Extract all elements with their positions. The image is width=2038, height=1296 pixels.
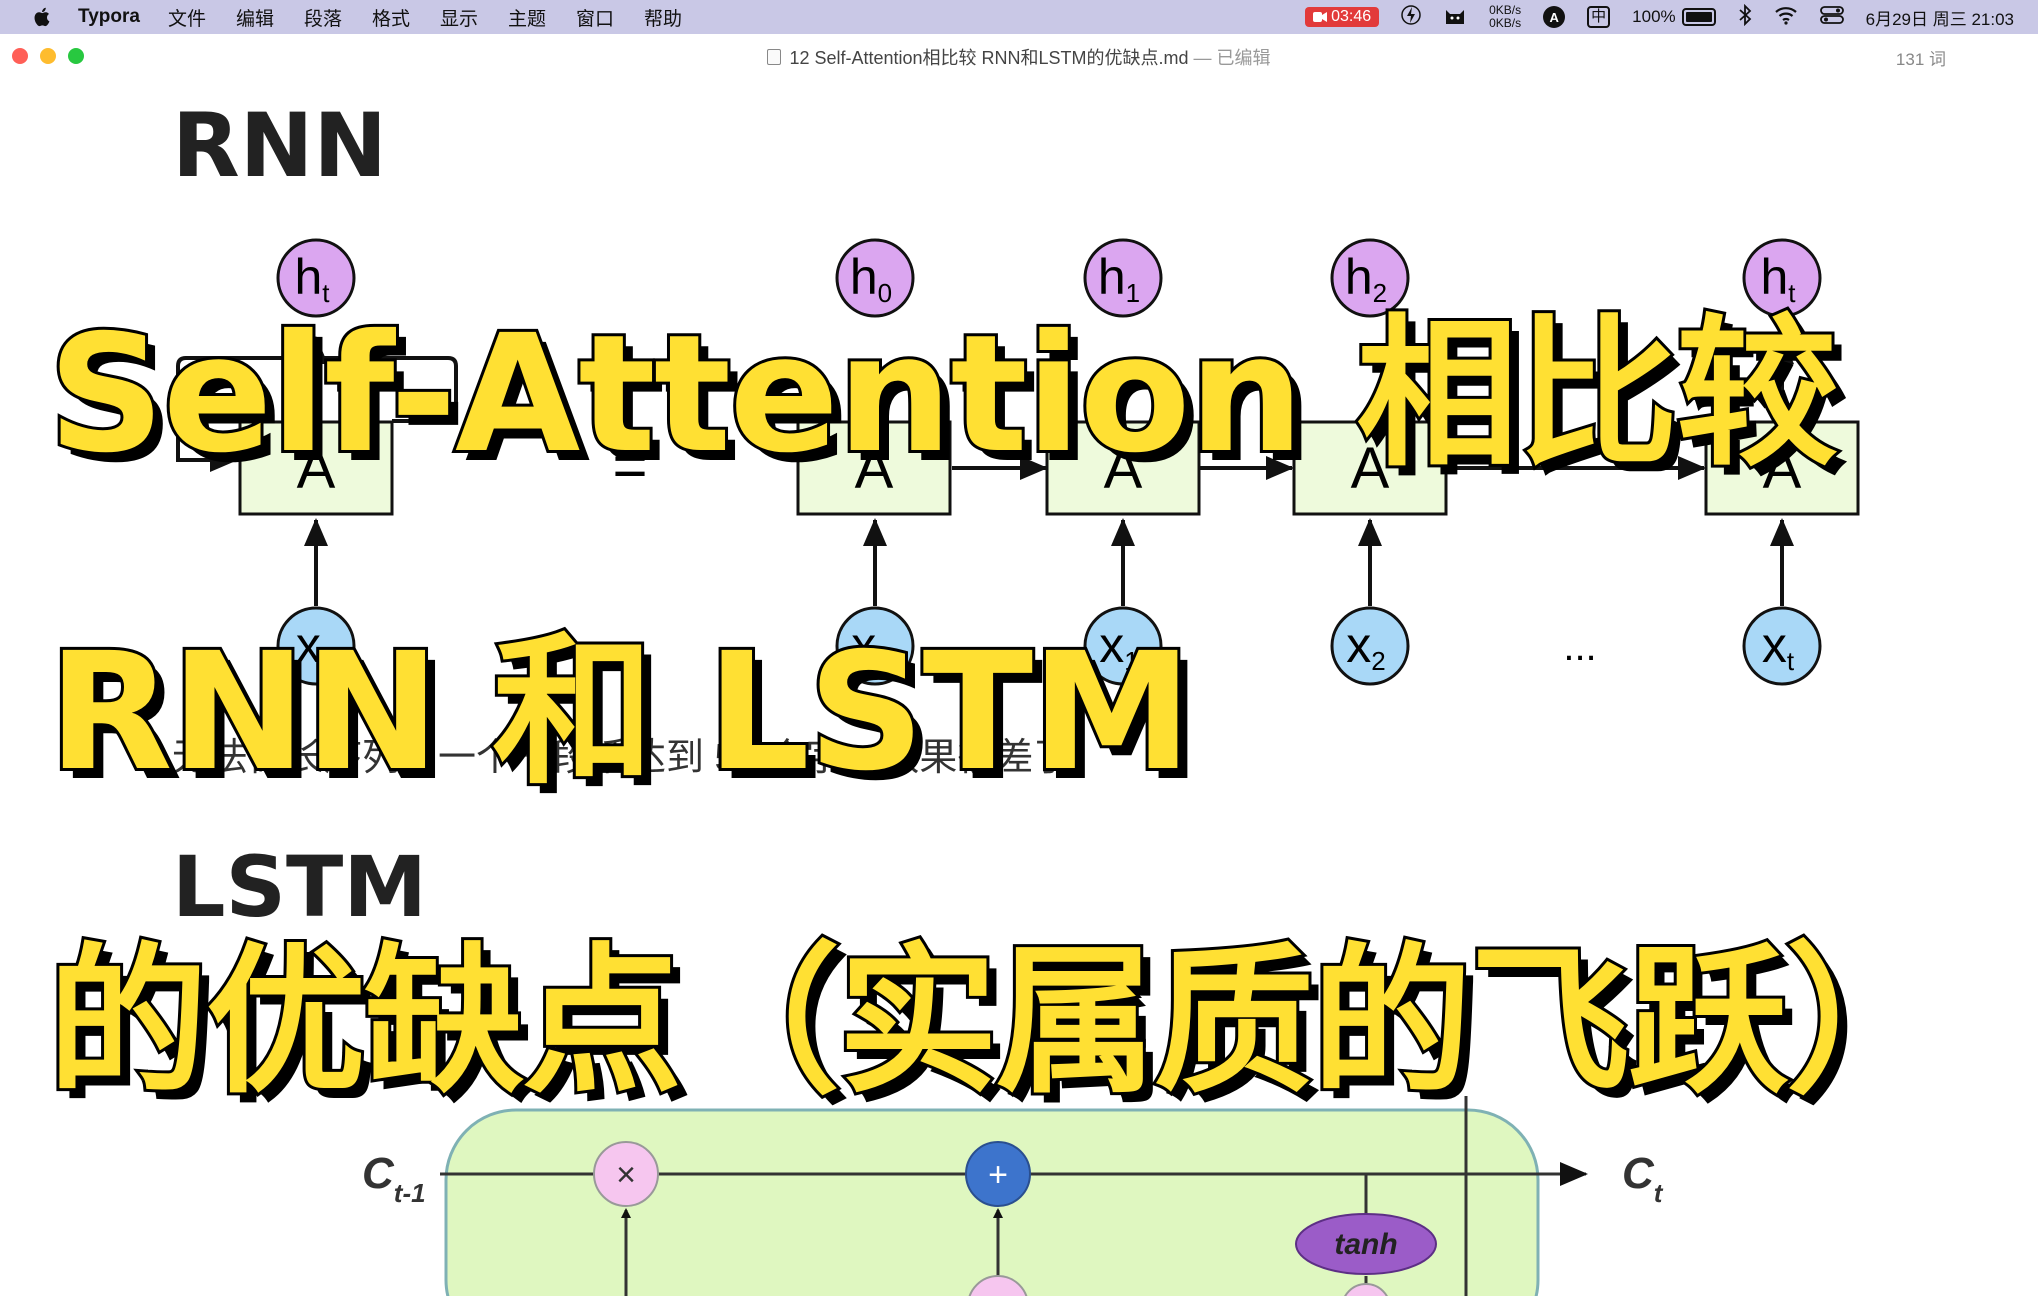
- document-filename: 12 Self-Attention相比较 RNN和LSTM的优缺点.md: [789, 48, 1189, 68]
- multiply-node: ×: [593, 1141, 659, 1207]
- svg-text:tanh: tanh: [1334, 1228, 1397, 1261]
- screen-recording-indicator[interactable]: 03:46: [1305, 7, 1380, 27]
- c-next-label: Ct: [1622, 1149, 1664, 1208]
- edited-status: — 已编辑: [1193, 48, 1271, 68]
- menu-bar: Typora 文件 编辑 段落 格式 显示 主题 窗口 帮助 03:46 0KB…: [0, 0, 2038, 34]
- apple-icon[interactable]: [32, 5, 54, 29]
- net-download: 0KB/s: [1489, 16, 1522, 30]
- bolt-icon[interactable]: [1401, 4, 1421, 31]
- menu-theme[interactable]: 主题: [508, 4, 546, 31]
- menu-window[interactable]: 窗口: [576, 4, 614, 31]
- add-node: +: [965, 1141, 1031, 1207]
- network-speed: 0KB/s 0KB/s: [1489, 4, 1521, 30]
- window-title: 12 Self-Attention相比较 RNN和LSTM的优缺点.md — 已…: [0, 44, 2038, 70]
- datetime[interactable]: 6月29日 周三 21:03: [1866, 5, 2014, 30]
- menu-view[interactable]: 显示: [440, 4, 478, 31]
- svg-text:×: ×: [616, 1156, 636, 1194]
- input-method-label: 中: [1587, 6, 1611, 28]
- menu-paragraph[interactable]: 段落: [304, 4, 342, 31]
- wifi-icon[interactable]: [1774, 5, 1798, 30]
- battery-percent: 100%: [1632, 7, 1676, 26]
- cat-icon[interactable]: [1443, 4, 1467, 31]
- overlay-title-line1: Self-Attention 相比较: [45, 298, 1841, 492]
- input-badge[interactable]: A: [1543, 6, 1566, 28]
- svg-text:+: +: [988, 1156, 1008, 1194]
- menu-format[interactable]: 格式: [372, 4, 410, 31]
- bluetooth-icon[interactable]: [1738, 3, 1752, 31]
- word-count[interactable]: 131 词: [1896, 45, 1946, 70]
- tanh-node: tanh: [1295, 1213, 1437, 1275]
- menu-help[interactable]: 帮助: [644, 4, 682, 31]
- window-title-bar: 12 Self-Attention相比较 RNN和LSTM的优缺点.md — 已…: [0, 34, 2038, 76]
- menu-edit[interactable]: 编辑: [236, 4, 274, 31]
- overlay-title-line2: RNN 和 LSTM: [45, 616, 1195, 810]
- status-area: 03:46 0KB/s 0KB/s A 中 100% 6月29日 周三 21:0…: [1305, 0, 2014, 34]
- document-icon: [767, 49, 782, 65]
- battery-icon: [1681, 8, 1716, 26]
- app-name-menu[interactable]: Typora: [78, 6, 140, 28]
- control-center-icon[interactable]: [1819, 5, 1844, 30]
- menu-file[interactable]: 文件: [168, 4, 206, 31]
- input-method-icon[interactable]: 中: [1587, 6, 1611, 28]
- c-prev-label: Ct-1: [362, 1149, 426, 1208]
- record-icon: [1313, 12, 1328, 22]
- recording-time: 03:46: [1331, 8, 1372, 25]
- battery-status[interactable]: 100%: [1632, 7, 1716, 27]
- overlay-title-line3: 的优缺点（实属质的飞跃）: [45, 925, 1949, 1118]
